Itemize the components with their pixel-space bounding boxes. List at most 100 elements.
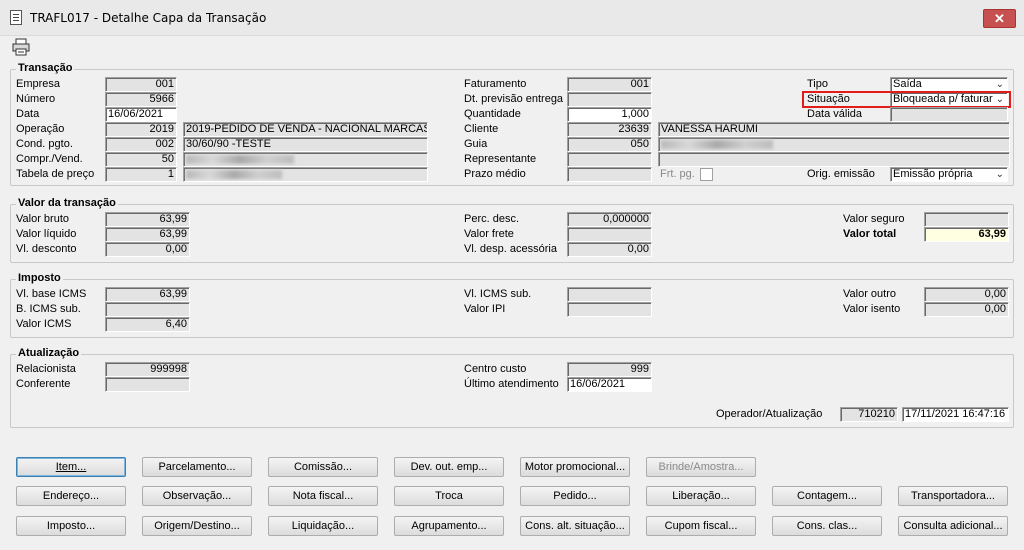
ultimo-atendimento-field: 16/06/2021 [567, 377, 652, 392]
empresa-field: 001 [105, 77, 177, 92]
item-button[interactable]: Item... [16, 457, 126, 477]
comissao-button[interactable]: Comissão... [268, 457, 378, 477]
printer-icon[interactable] [12, 38, 30, 56]
contagem-button[interactable]: Contagem... [772, 486, 882, 506]
liberacao-button[interactable]: Liberação... [646, 486, 756, 506]
tabela-preco-code-field: 1 [105, 167, 177, 182]
relacionista-label: Relacionista [16, 363, 76, 375]
tabela-preco-name-field [183, 167, 428, 182]
conferente-label: Conferente [16, 378, 71, 390]
endereco-button[interactable]: Endereço... [16, 486, 126, 506]
valor-icms-field: 6,40 [105, 317, 190, 332]
perc-desc-field: 0,000000 [567, 212, 652, 227]
observacao-button[interactable]: Observação... [142, 486, 252, 506]
valor-frete-field [567, 227, 652, 242]
dev-out-emp-button[interactable]: Dev. out. emp... [394, 457, 504, 477]
atualizacao-title: Atualização [16, 347, 82, 359]
vl-desconto-field: 0,00 [105, 242, 190, 257]
cond-pgto-label: Cond. pgto. [16, 138, 73, 150]
dt-previsao-field [567, 92, 652, 107]
valor-bruto-label: Valor bruto [16, 213, 69, 225]
chevron-down-icon: ⌄ [995, 79, 1004, 90]
orig-emissao-label: Orig. emissão [807, 168, 875, 180]
frt-pg-label: Frt. pg. [660, 168, 695, 180]
consulta-adicional-button[interactable]: Consulta adicional... [898, 516, 1008, 536]
representante-code-field [567, 152, 652, 167]
guia-name-field [658, 137, 1010, 152]
dt-previsao-label: Dt. previsão entrega [464, 93, 564, 105]
representante-label: Representante [464, 153, 537, 165]
parcelamento-button[interactable]: Parcelamento... [142, 457, 252, 477]
transportadora-button[interactable]: Transportadora... [898, 486, 1008, 506]
orig-emissao-value: Emissão própria [893, 168, 973, 180]
valor-bruto-field: 63,99 [105, 212, 190, 227]
cons-clas-button[interactable]: Cons. clas... [772, 516, 882, 536]
imposto-button[interactable]: Imposto... [16, 516, 126, 536]
guia-label: Guia [464, 138, 488, 150]
relacionista-field: 999998 [105, 362, 190, 377]
tipo-value: Saída [893, 78, 922, 90]
cliente-name-field: VANESSA HARUMI [658, 122, 1010, 137]
quantidade-label: Quantidade [464, 108, 521, 120]
faturamento-field: 001 [567, 77, 652, 92]
cons-alt-situacao-button[interactable]: Cons. alt. situação... [520, 516, 630, 536]
imposto-title: Imposto [16, 272, 63, 284]
vl-icms-sub-label: Vl. ICMS sub. [464, 288, 532, 300]
vl-desp-acessoria-label: Vl. desp. acessória [464, 243, 557, 255]
window-title: TRAFL017 - Detalhe Capa da Transação [30, 11, 267, 25]
data-field: 16/06/2021 [105, 107, 177, 122]
close-button[interactable]: ✕ [983, 9, 1016, 28]
operador-label: Operador/Atualização [716, 408, 823, 420]
operacao-code-field: 2019 [105, 122, 177, 137]
frt-pg-checkbox[interactable] [700, 168, 713, 181]
situacao-highlight [802, 91, 1011, 108]
origem-destino-button[interactable]: Origem/Destino... [142, 516, 252, 536]
operador-code-field: 710210 [840, 407, 898, 422]
document-icon [10, 10, 22, 25]
tabela-preco-label: Tabela de preço [16, 168, 95, 180]
valor-frete-label: Valor frete [464, 228, 514, 240]
operador-datetime-field: 17/11/2021 16:47:16 [902, 407, 1009, 422]
agrupamento-button[interactable]: Agrupamento... [394, 516, 504, 536]
motor-promocional-button[interactable]: Motor promocional... [520, 457, 630, 477]
valor-ipi-label: Valor IPI [464, 303, 506, 315]
centro-custo-label: Centro custo [464, 363, 527, 375]
faturamento-label: Faturamento [464, 78, 527, 90]
valor-isento-field: 0,00 [924, 302, 1009, 317]
operacao-label: Operação [16, 123, 65, 135]
perc-desc-label: Perc. desc. [464, 213, 520, 225]
tipo-label: Tipo [807, 78, 828, 90]
prazo-medio-label: Prazo médio [464, 168, 526, 180]
data-valida-label: Data válida [807, 108, 863, 120]
brinde-amostra-button[interactable]: Brinde/Amostra... [646, 457, 756, 477]
vl-icms-sub-field [567, 287, 652, 302]
orig-emissao-select[interactable]: Emissão própria ⌄ [890, 167, 1008, 182]
data-label: Data [16, 108, 40, 120]
conferente-field [105, 377, 190, 392]
ultimo-atendimento-label: Último atendimento [464, 378, 559, 390]
valor-outro-label: Valor outro [843, 288, 896, 300]
cond-pgto-code-field: 002 [105, 137, 177, 152]
liquidacao-button[interactable]: Liquidação... [268, 516, 378, 536]
title-bar: TRAFL017 - Detalhe Capa da Transação ✕ [0, 0, 1024, 36]
prazo-medio-field [567, 167, 652, 182]
vl-base-icms-label: Vl. base ICMS [16, 288, 87, 300]
pedido-button[interactable]: Pedido... [520, 486, 630, 506]
nota-fiscal-button[interactable]: Nota fiscal... [268, 486, 378, 506]
tipo-select[interactable]: Saída ⌄ [890, 77, 1008, 92]
empresa-label: Empresa [16, 78, 61, 90]
vl-base-icms-field: 63,99 [105, 287, 190, 302]
valor-liquido-label: Valor líquido [16, 228, 77, 240]
operacao-desc-field: 2019-PEDIDO DE VENDA - NACIONAL MARCAS [183, 122, 428, 137]
valor-title: Valor da transação [16, 197, 118, 209]
vl-desp-acessoria-field: 0,00 [567, 242, 652, 257]
valor-total-field: 63,99 [924, 227, 1009, 242]
cupom-fiscal-button[interactable]: Cupom fiscal... [646, 516, 756, 536]
b-icms-sub-field [105, 302, 190, 317]
chevron-down-icon: ⌄ [995, 169, 1004, 180]
guia-code-field: 050 [567, 137, 652, 152]
troca-button[interactable]: Troca [394, 486, 504, 506]
valor-total-label: Valor total [843, 228, 897, 240]
b-icms-sub-label: B. ICMS sub. [16, 303, 81, 315]
quantidade-field: 1,000 [567, 107, 652, 122]
